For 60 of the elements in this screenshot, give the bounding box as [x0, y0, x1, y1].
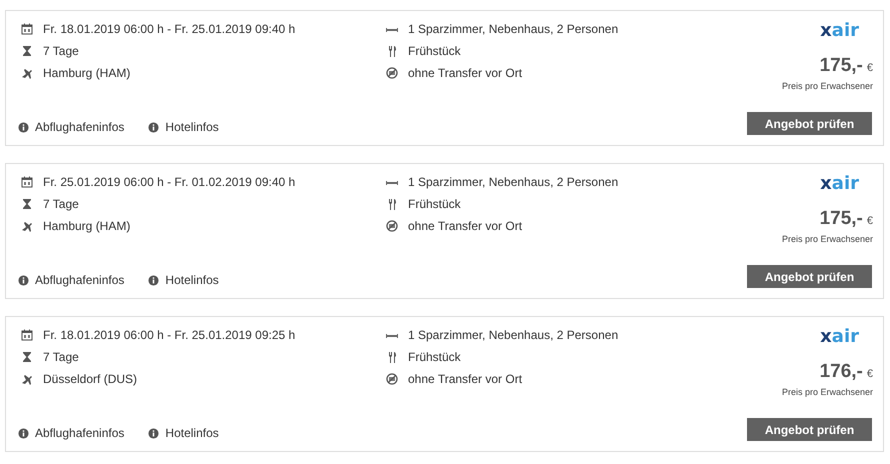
cutlery-icon: [386, 198, 398, 210]
price: 176,-: [820, 361, 863, 383]
hourglass-icon: [21, 198, 33, 210]
room-type: 1 Sparzimmer, Nebenhaus, 2 Personen: [408, 328, 618, 342]
price-note: Preis pro Erwachsener: [782, 81, 873, 91]
hourglass-icon: [21, 45, 33, 57]
info-icon: [18, 428, 29, 438]
no-transfer-icon: [386, 373, 398, 385]
departure-airport: Hamburg (HAM): [43, 219, 130, 233]
departure-airport: Hamburg (HAM): [43, 66, 130, 80]
cutlery-icon: [386, 45, 398, 57]
board-type: Frühstück: [408, 44, 461, 58]
room-type: 1 Sparzimmer, Nebenhaus, 2 Personen: [408, 175, 618, 189]
currency: €: [866, 368, 873, 380]
trip-duration: 7 Tage: [43, 197, 79, 211]
info-icon: [18, 274, 29, 286]
room-type: 1 Sparzimmer, Nebenhaus, 2 Personen: [408, 22, 618, 36]
provider-logo: xair: [820, 21, 859, 41]
currency: €: [866, 62, 873, 74]
info-link[interactable]: Hotelinfos: [148, 120, 219, 134]
calendar-icon: [21, 329, 33, 341]
calendar-icon: [21, 176, 33, 188]
check-offer-button[interactable]: Angebot prüfen: [747, 112, 872, 135]
calendar-icon: [21, 23, 33, 35]
price: 175,-: [820, 55, 863, 77]
transfer-info: ohne Transfer vor Ort: [408, 372, 522, 386]
departure-airport: Düsseldorf (DUS): [43, 372, 138, 386]
info-icon: [148, 122, 160, 132]
airplane-icon: [21, 67, 33, 79]
price-note: Preis pro Erwachsener: [782, 387, 873, 397]
provider-logo: xair: [820, 327, 859, 347]
board-type: Frühstück: [408, 197, 461, 211]
airplane-icon: [21, 220, 33, 232]
check-offer-button[interactable]: Angebot prüfen: [747, 265, 872, 288]
transfer-info: ohne Transfer vor Ort: [408, 219, 522, 233]
info-icon: [148, 274, 160, 286]
hourglass-icon: [21, 351, 33, 363]
no-transfer-icon: [386, 220, 398, 232]
cutlery-icon: [386, 351, 398, 363]
price-note: Preis pro Erwachsener: [782, 234, 873, 244]
price: 175,-: [820, 208, 863, 230]
info-icon: [148, 428, 160, 438]
check-offer-button[interactable]: Angebot prüfen: [747, 418, 872, 441]
trip-duration: 7 Tage: [43, 350, 79, 364]
info-link[interactable]: Hotelinfos: [148, 273, 219, 287]
board-type: Frühstück: [408, 350, 461, 364]
currency: €: [866, 215, 873, 227]
no-transfer-icon: [386, 67, 398, 79]
travel-dates: Fr. 18.01.2019 06:00 h - Fr. 25.01.2019 09:40 h: [43, 22, 296, 36]
info-link[interactable]: Abflughafeninfos: [18, 120, 124, 134]
airplane-icon: [21, 373, 33, 385]
info-link[interactable]: Abflughafeninfos: [18, 273, 124, 287]
trip-duration: 7 Tage: [43, 44, 79, 58]
transfer-info: ohne Transfer vor Ort: [408, 66, 522, 80]
travel-dates: Fr. 18.01.2019 06:00 h - Fr. 25.01.2019 09:25 h: [43, 328, 296, 342]
info-link[interactable]: Abflughafeninfos: [18, 426, 124, 440]
info-icon: [18, 122, 29, 132]
travel-dates: Fr. 25.01.2019 06:00 h - Fr. 01.02.2019 09:40 h: [43, 175, 296, 189]
info-link[interactable]: Hotelinfos: [148, 426, 219, 440]
provider-logo: xair: [820, 174, 859, 194]
